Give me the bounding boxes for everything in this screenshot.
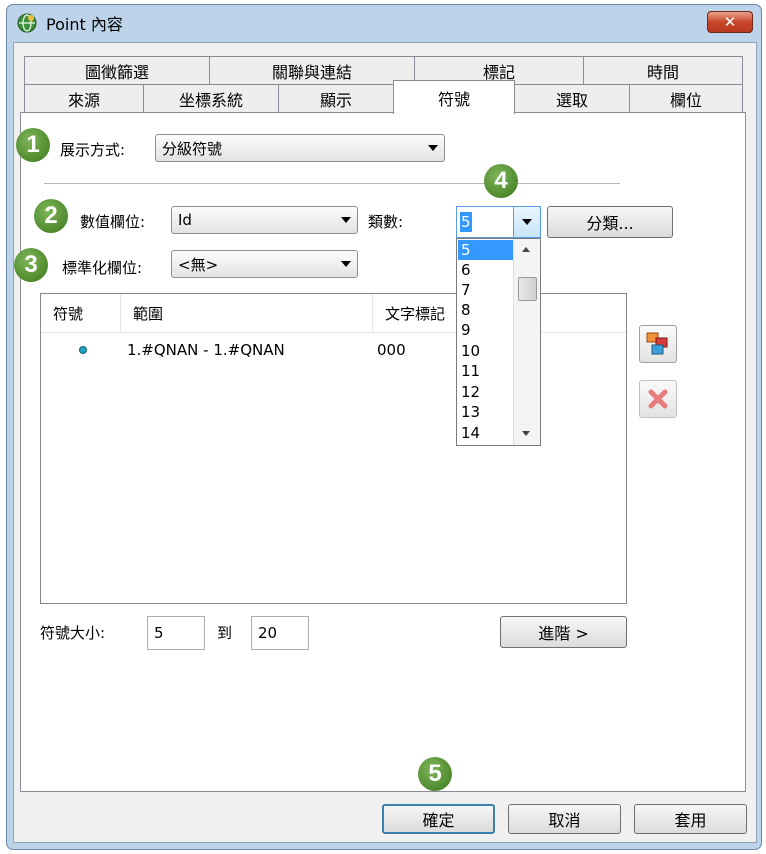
delete-x-icon [648, 389, 668, 409]
chevron-down-icon [522, 219, 532, 225]
symbol-options-button[interactable] [639, 325, 677, 363]
classes-label: 類數: [368, 213, 404, 231]
tab-feature-filter[interactable]: 圖徵篩選 [24, 56, 210, 84]
dropdown-option[interactable]: 13 [458, 402, 517, 422]
tab-time[interactable]: 時間 [583, 56, 743, 84]
close-icon: ✕ [723, 13, 737, 31]
tab-source[interactable]: 來源 [24, 84, 144, 112]
ok-button[interactable]: 確定 [382, 804, 495, 834]
step-marker-2: 2 [34, 199, 68, 233]
classify-button[interactable]: 分類... [547, 206, 673, 238]
tab-display[interactable]: 顯示 [278, 84, 394, 112]
label-cell: 000 [377, 341, 406, 359]
step-marker-4: 4 [484, 164, 518, 198]
tab-selection[interactable]: 選取 [514, 84, 630, 112]
scrollbar-thumb[interactable] [518, 277, 537, 301]
dropdown-option[interactable]: 14 [458, 423, 517, 443]
step-marker-5: 5 [418, 757, 452, 791]
column-header-range[interactable]: 範圍 [121, 294, 373, 332]
dropdown-option[interactable]: 5 [458, 240, 517, 260]
step-marker-3: 3 [14, 248, 48, 282]
close-button[interactable]: ✕ [707, 11, 753, 33]
color-swatches-icon [646, 332, 668, 355]
tab-coordinate-system[interactable]: 坐標系統 [143, 84, 279, 112]
separator [44, 183, 620, 185]
range-cell: 1.#QNAN - 1.#QNAN [127, 341, 285, 359]
column-header-symbol[interactable]: 符號 [41, 294, 121, 332]
step-marker-1: 1 [16, 128, 50, 162]
symbol-size-to-input[interactable]: 20 [251, 616, 309, 650]
scroll-down-icon[interactable] [522, 431, 530, 436]
display-method-label: 展示方式: [60, 141, 126, 159]
classes-select[interactable]: 5 [456, 206, 541, 238]
dropdown-option[interactable]: 12 [458, 382, 517, 402]
tab-symbology[interactable]: 符號 [393, 80, 515, 114]
dropdown-option[interactable]: 8 [458, 300, 517, 320]
symbol-size-from-input[interactable]: 5 [147, 616, 205, 650]
dropdown-option[interactable]: 10 [458, 341, 517, 361]
window-title: Point 內容 [46, 15, 123, 34]
symbol-size-to-label: 到 [217, 624, 233, 642]
apply-button[interactable]: 套用 [634, 804, 747, 834]
classes-dropdown-button[interactable] [513, 207, 540, 237]
value-field-select[interactable]: Id [171, 206, 358, 234]
dropdown-option[interactable]: 7 [458, 280, 517, 300]
normalization-select[interactable]: <無> [171, 250, 358, 278]
chevron-down-icon [341, 217, 351, 223]
classes-dropdown-list[interactable]: 5 6 7 8 9 10 11 12 13 14 [456, 238, 541, 446]
remove-button[interactable] [639, 380, 677, 418]
tab-fields[interactable]: 欄位 [629, 84, 743, 112]
dropdown-option[interactable]: 6 [458, 260, 517, 280]
advanced-button[interactable]: 進階 > [500, 616, 627, 648]
dropdown-option[interactable]: 11 [458, 361, 517, 381]
normalization-label: 標準化欄位: [62, 259, 143, 277]
scroll-up-icon[interactable] [522, 247, 530, 252]
chevron-down-icon [341, 261, 351, 267]
point-symbol-icon [79, 346, 87, 354]
symbol-size-label: 符號大小: [40, 624, 106, 642]
dropdown-option[interactable]: 9 [458, 320, 517, 340]
chevron-down-icon [428, 145, 438, 151]
value-field-label: 數值欄位: [80, 213, 146, 231]
layer-properties-icon [17, 13, 37, 33]
dropdown-scrollbar[interactable] [513, 239, 540, 445]
tab-joins-relates[interactable]: 關聯與連結 [209, 56, 415, 84]
cancel-button[interactable]: 取消 [508, 804, 621, 834]
display-method-select[interactable]: 分級符號 [155, 134, 445, 162]
